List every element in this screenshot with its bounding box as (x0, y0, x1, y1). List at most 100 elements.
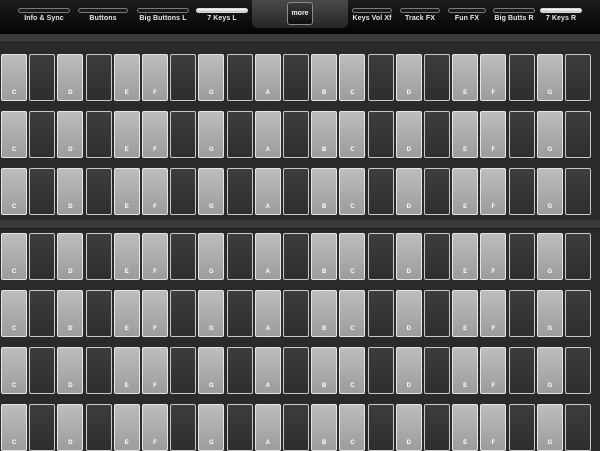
white-key[interactable]: D (57, 233, 84, 280)
white-key[interactable]: C (339, 404, 366, 451)
white-key[interactable]: C (339, 347, 366, 394)
white-key[interactable]: A (254, 168, 281, 215)
black-key[interactable] (508, 233, 535, 280)
white-key[interactable]: B (311, 347, 338, 394)
white-key[interactable]: D (395, 168, 422, 215)
white-key[interactable]: A (254, 290, 281, 337)
white-key[interactable]: E (452, 347, 479, 394)
black-key[interactable] (226, 347, 253, 394)
black-key[interactable] (424, 404, 450, 451)
white-key[interactable]: C (339, 54, 366, 101)
white-key[interactable]: A (254, 233, 281, 280)
black-key[interactable] (29, 347, 56, 394)
black-key[interactable] (508, 168, 535, 215)
black-key[interactable] (226, 54, 253, 101)
black-key[interactable] (508, 290, 535, 337)
tab-buttons[interactable]: Buttons (78, 0, 128, 28)
black-key[interactable] (283, 290, 309, 337)
tab-7-keys-l[interactable]: 7 Keys L (196, 0, 248, 28)
black-key[interactable] (85, 347, 112, 394)
black-key[interactable] (367, 347, 394, 394)
white-key[interactable]: B (311, 290, 338, 337)
tab-info-sync[interactable]: Info & Sync (18, 0, 70, 28)
black-key[interactable] (29, 111, 56, 158)
white-key[interactable]: G (536, 290, 563, 337)
black-key[interactable] (170, 168, 197, 215)
white-key[interactable]: C (1, 168, 27, 215)
white-key[interactable]: C (339, 168, 366, 215)
tab-fun-fx[interactable]: Fun FX (448, 0, 486, 28)
white-key[interactable]: F (142, 404, 168, 451)
black-key[interactable] (283, 347, 309, 394)
white-key[interactable]: C (1, 111, 27, 158)
white-key[interactable]: G (536, 168, 563, 215)
white-key[interactable]: B (311, 111, 338, 158)
black-key[interactable] (85, 404, 112, 451)
black-key[interactable] (424, 54, 450, 101)
white-key[interactable]: E (113, 54, 140, 101)
tab-track-fx[interactable]: Track FX (400, 0, 440, 28)
white-key[interactable]: G (198, 111, 225, 158)
black-key[interactable] (367, 111, 394, 158)
white-key[interactable]: A (254, 111, 281, 158)
white-key[interactable]: G (536, 111, 563, 158)
black-key[interactable] (283, 233, 309, 280)
black-key[interactable] (85, 168, 112, 215)
white-key[interactable]: E (452, 233, 479, 280)
black-key[interactable] (424, 168, 450, 215)
white-key[interactable]: D (395, 54, 422, 101)
white-key[interactable]: E (452, 111, 479, 158)
black-key[interactable] (170, 347, 197, 394)
white-key[interactable]: F (142, 233, 168, 280)
white-key[interactable]: G (198, 347, 225, 394)
white-key[interactable]: G (198, 168, 225, 215)
white-key[interactable]: F (480, 111, 507, 158)
black-key[interactable] (170, 290, 197, 337)
white-key[interactable]: B (311, 168, 338, 215)
black-key[interactable] (29, 168, 56, 215)
white-key[interactable]: E (113, 233, 140, 280)
white-key[interactable]: E (113, 111, 140, 158)
black-key[interactable] (424, 111, 450, 158)
black-key[interactable] (85, 54, 112, 101)
white-key[interactable]: F (142, 168, 168, 215)
black-key[interactable] (367, 233, 394, 280)
white-key[interactable]: C (339, 290, 366, 337)
white-key[interactable]: D (395, 111, 422, 158)
white-key[interactable]: F (142, 54, 168, 101)
black-key[interactable] (283, 168, 309, 215)
white-key[interactable]: E (113, 347, 140, 394)
white-key[interactable]: C (339, 111, 366, 158)
white-key[interactable]: E (452, 54, 479, 101)
white-key[interactable]: F (142, 290, 168, 337)
black-key[interactable] (170, 111, 197, 158)
white-key[interactable]: D (57, 168, 84, 215)
white-key[interactable]: G (198, 404, 225, 451)
white-key[interactable]: D (57, 54, 84, 101)
white-key[interactable]: C (1, 347, 27, 394)
black-key[interactable] (283, 404, 309, 451)
white-key[interactable]: G (536, 54, 563, 101)
white-key[interactable]: B (311, 54, 338, 101)
black-key[interactable] (283, 54, 309, 101)
black-key[interactable] (226, 233, 253, 280)
white-key[interactable]: E (113, 404, 140, 451)
black-key[interactable] (283, 111, 309, 158)
black-key[interactable] (29, 54, 56, 101)
black-key[interactable] (508, 111, 535, 158)
white-key[interactable]: A (254, 347, 281, 394)
more-button[interactable]: more (287, 2, 313, 25)
white-key[interactable]: F (142, 111, 168, 158)
white-key[interactable]: D (57, 290, 84, 337)
black-key[interactable] (565, 54, 591, 101)
white-key[interactable]: E (452, 168, 479, 215)
white-key[interactable]: B (311, 233, 338, 280)
white-key[interactable]: E (113, 290, 140, 337)
tab-keys-vol-xf[interactable]: Keys Vol Xf (352, 0, 392, 28)
black-key[interactable] (565, 347, 591, 394)
white-key[interactable]: C (1, 54, 27, 101)
black-key[interactable] (565, 290, 591, 337)
white-key[interactable]: D (395, 290, 422, 337)
white-key[interactable]: G (536, 233, 563, 280)
black-key[interactable] (508, 404, 535, 451)
